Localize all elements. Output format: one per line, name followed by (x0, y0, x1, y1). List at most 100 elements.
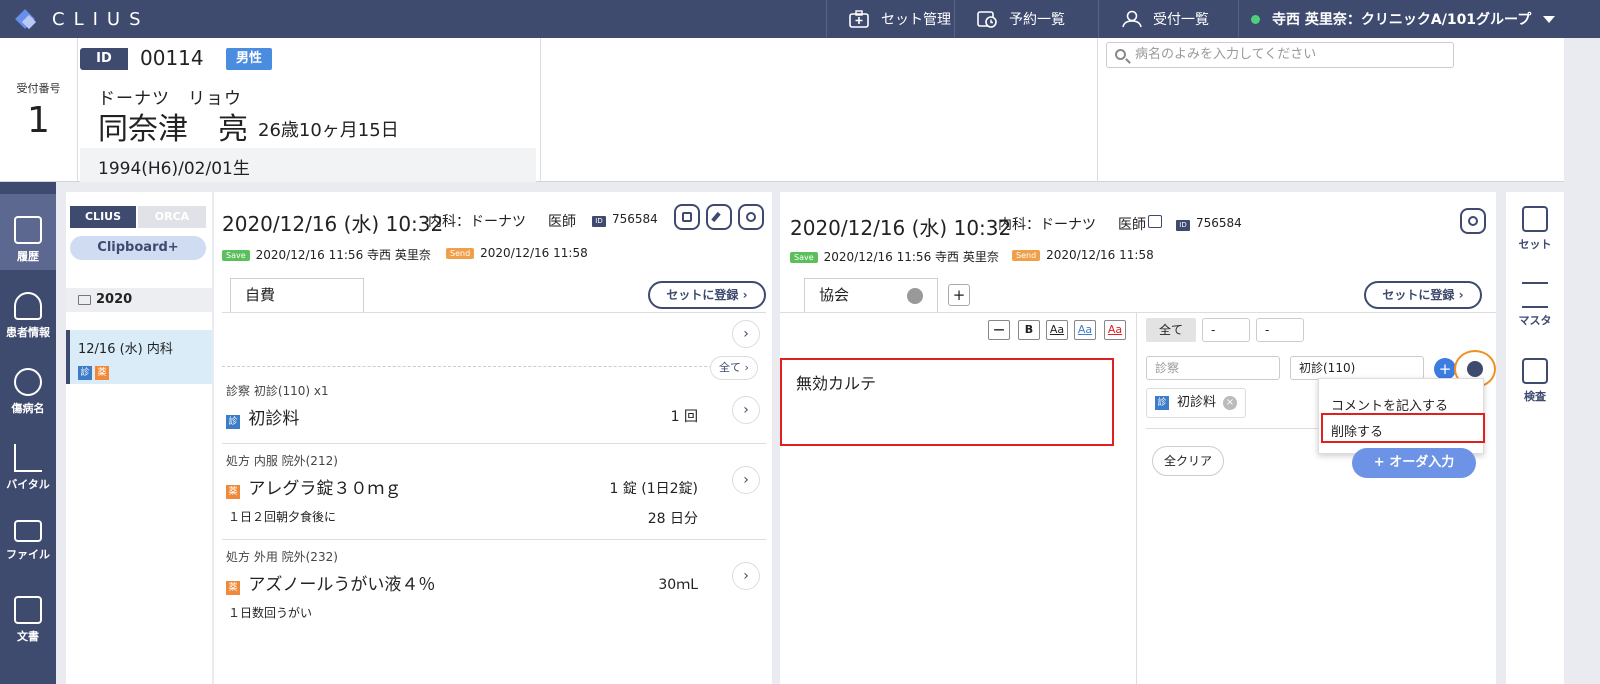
toolbar-underline-button[interactable]: Aa (1046, 320, 1068, 340)
sidebar-item-disease[interactable]: 傷病名 (0, 346, 56, 422)
order-chip[interactable]: 診 初診料 × (1146, 388, 1246, 418)
patient-age: 26歳10ヶ月15日 (258, 120, 399, 141)
insurance-tab[interactable]: 自費 (230, 278, 364, 312)
add-tab-button[interactable]: + (948, 284, 970, 306)
online-status-icon (1251, 14, 1260, 24)
insurance-tab-label: 協会 (819, 286, 850, 304)
history-button[interactable] (1460, 208, 1486, 234)
sidebar-item-patient-info[interactable]: 患者情報 (0, 270, 56, 346)
save-info: Save 2020/12/16 11:56 寺西 英里奈 (790, 248, 999, 265)
sidebar-item-vitals[interactable]: バイタル (0, 422, 56, 498)
patient-name: 同奈津 亮 (98, 112, 248, 147)
calendar-clock-icon (977, 10, 997, 28)
exam-icon (1522, 358, 1548, 384)
disease-search-input[interactable]: 病名のよみを入力してください (1106, 42, 1454, 68)
clear-all-button[interactable]: 全クリア (1152, 446, 1224, 476)
toolbar-hr-button[interactable]: — (988, 320, 1010, 340)
sidebar-item-document[interactable]: 文書 (0, 574, 56, 650)
karte-text-area[interactable]: 無効カルテ (780, 358, 1114, 446)
history-button[interactable] (738, 204, 764, 230)
sidebar-item-label: ファイル (6, 548, 50, 561)
sidebar-item-exam[interactable]: 検査 (1506, 344, 1564, 420)
order-note: １日数回うがい (228, 606, 313, 620)
logo-mark-icon (15, 8, 38, 30)
reception-number: 1 (27, 100, 50, 141)
filter-select-1[interactable]: - (1202, 318, 1250, 342)
history-entry[interactable]: 12/16 (水) 内科 診薬 (66, 330, 212, 384)
nav-set-management[interactable]: セット管理 (826, 0, 954, 38)
order-item-select[interactable]: 初診(110) (1290, 356, 1424, 380)
pencil-icon (711, 211, 721, 223)
year-label: 2020 (96, 292, 133, 307)
clipboard-button[interactable]: Clipboard+ (70, 236, 206, 260)
user-menu[interactable]: 寺西 英里奈：クリニックA/101グループ (1238, 0, 1600, 38)
chevron-down-icon[interactable] (907, 288, 923, 304)
sidebar-item-label: セット (1518, 238, 1552, 251)
filter-all-button[interactable]: 全て (1146, 318, 1196, 342)
sidebar-item-history[interactable]: 履歴 (0, 194, 56, 270)
tab-orca[interactable]: ORCA (138, 206, 206, 228)
order-category: 処方 内服 院外(212) (226, 454, 338, 468)
register-set-button[interactable]: セットに登録 › (648, 281, 766, 309)
edit-button[interactable] (706, 204, 732, 230)
order-qty: 30ｍL (658, 577, 698, 593)
chevron-down-icon (1467, 361, 1483, 377)
sidebar-item-label: 履歴 (17, 250, 39, 263)
nav-reception-list[interactable]: 受付一覧 (1098, 0, 1238, 38)
print-button[interactable] (674, 204, 700, 230)
sidebar-item-set[interactable]: セット (1506, 192, 1564, 268)
clius-logo[interactable]: CLIUS (15, 6, 150, 32)
sex-badge: 男性 (226, 48, 273, 70)
document-icon (14, 596, 42, 624)
order-input-button[interactable]: + オーダ入力 (1352, 448, 1476, 478)
sidebar-item-master[interactable]: マスタ (1506, 268, 1564, 344)
year-group[interactable]: 2020 (66, 288, 212, 312)
record-datetime: 2020/12/16 (水) 10:32 (222, 212, 444, 236)
order-context-menu: コメントを記入する 削除する (1318, 378, 1485, 454)
clipboard-label: Clipboard+ (97, 240, 179, 255)
register-set-button[interactable]: セットに登録 › (1364, 281, 1482, 309)
register-set-label: セットに登録 (666, 288, 739, 302)
order-arrow-button[interactable]: › (732, 562, 760, 590)
order-name: 薬 アズノールうがい液４％ (226, 570, 435, 595)
medicine-badge: 薬 (226, 485, 240, 499)
header-memo-area[interactable] (540, 38, 1098, 182)
toolbar-red-text-button[interactable]: Aa (1104, 320, 1126, 340)
sidebar-item-file[interactable]: ファイル (0, 498, 56, 574)
delete-highlight (1321, 413, 1485, 443)
order-item[interactable]: 処方 外用 院外(232) 薬 アズノールうがい液４％ 30ｍL １日数回うがい… (222, 540, 766, 626)
order-item[interactable]: 診察 初診(110) x1 診 初診料 1 回 › (222, 376, 766, 444)
toolbar-blue-text-button[interactable]: Aa (1074, 320, 1096, 340)
tab-clius[interactable]: CLIUS (70, 206, 136, 228)
order-item[interactable]: 処方 内服 院外(212) 薬 アレグラ錠３０ｍｇ 1 錠 (1日2錠) １日２… (222, 444, 766, 540)
panel-divider (1136, 312, 1137, 684)
order-type-select[interactable]: 診察 (1146, 356, 1280, 380)
shinsatsu-badge: 診 (1155, 396, 1169, 410)
order-arrow-button[interactable]: › (732, 466, 760, 494)
edit-doctor-icon[interactable] (1148, 215, 1162, 228)
id-icon: ID (592, 216, 606, 227)
top-navigation-bar: CLIUS セット管理 予約一覧 受付一覧 寺西 英里奈：クリニックA/101グ… (0, 0, 1600, 38)
record-id: ID 756584 (1176, 216, 1242, 231)
patient-dob: 1994(H6)/02/01生 (98, 159, 250, 179)
insurance-tab[interactable]: 協会 (804, 278, 938, 312)
sidebar-item-label: 検査 (1524, 390, 1546, 403)
order-category: 処方 外用 院外(232) (226, 550, 338, 564)
menu-item-comment[interactable]: コメントを記入する (1331, 395, 1448, 414)
order-qty: 1 錠 (1日2錠) (609, 481, 698, 497)
add-order-icon[interactable]: + (1434, 358, 1456, 380)
filter-select-2[interactable]: - (1256, 318, 1304, 342)
order-arrow-button[interactable]: › (732, 396, 760, 424)
close-icon[interactable]: × (1223, 396, 1237, 410)
reception-label: 受付番号 (16, 82, 61, 95)
sidebar-item-label: 文書 (17, 630, 39, 643)
save-info: Save 2020/12/16 11:56 寺西 英里奈 (222, 246, 431, 263)
shinsatsu-badge: 診 (226, 415, 240, 429)
nav-appointment-label: 予約一覧 (1009, 12, 1065, 28)
nav-appointment-list[interactable]: 予約一覧 (954, 0, 1098, 38)
expand-arrow-button[interactable]: › (732, 320, 760, 348)
register-set-label: セットに登録 (1382, 288, 1455, 302)
toolbar-bold-button[interactable]: B (1018, 320, 1040, 340)
record-dept: 内科：ドーナツ (428, 214, 526, 230)
history-panel: CLIUS ORCA Clipboard+ 2020 12/16 (水) 内科 … (66, 192, 212, 684)
